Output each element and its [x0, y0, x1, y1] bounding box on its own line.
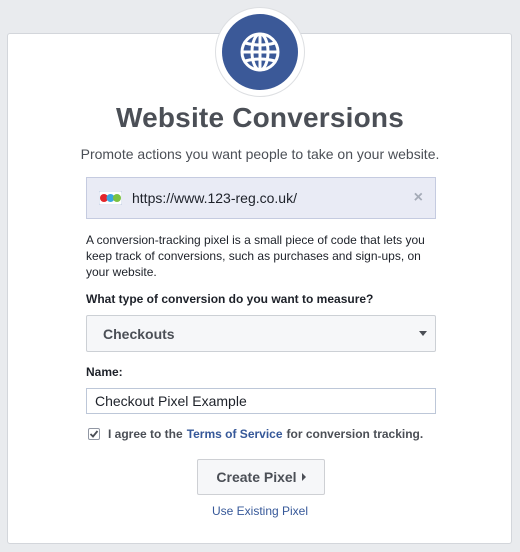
remove-url-icon[interactable]: × [414, 189, 423, 207]
website-url: https://www.123-reg.co.uk/ [132, 190, 297, 206]
conversion-type-select[interactable]: Checkouts [86, 315, 436, 352]
checkmark-icon [89, 430, 99, 438]
globe-badge [215, 7, 305, 97]
pixel-name-input[interactable] [86, 388, 436, 414]
terms-agreement-row: I agree to the Terms of Service for conv… [88, 427, 423, 441]
use-existing-pixel-link[interactable]: Use Existing Pixel [0, 504, 520, 518]
chevron-down-icon [419, 331, 427, 336]
chevron-right-icon [301, 473, 306, 481]
terms-suffix: for conversion tracking. [286, 427, 424, 441]
terms-checkbox[interactable] [88, 428, 100, 440]
page-title: Website Conversions [115, 102, 405, 133]
terms-prefix: I agree to the [108, 427, 183, 441]
site-favicon-icon [99, 190, 122, 206]
conversion-type-value: Checkouts [103, 325, 175, 342]
create-pixel-label: Create Pixel [216, 469, 297, 485]
website-url-box: https://www.123-reg.co.uk/ × [86, 177, 436, 219]
terms-of-service-link[interactable]: Terms of Service [187, 427, 283, 441]
create-pixel-button[interactable]: Create Pixel [197, 459, 325, 495]
pixel-description: A conversion-tracking pixel is a small p… [86, 233, 425, 279]
page-subtitle: Promote actions you want people to take … [80, 146, 440, 162]
conversion-type-label: What type of conversion do you want to m… [86, 292, 374, 306]
name-label: Name: [86, 365, 123, 379]
globe-icon [222, 14, 298, 90]
